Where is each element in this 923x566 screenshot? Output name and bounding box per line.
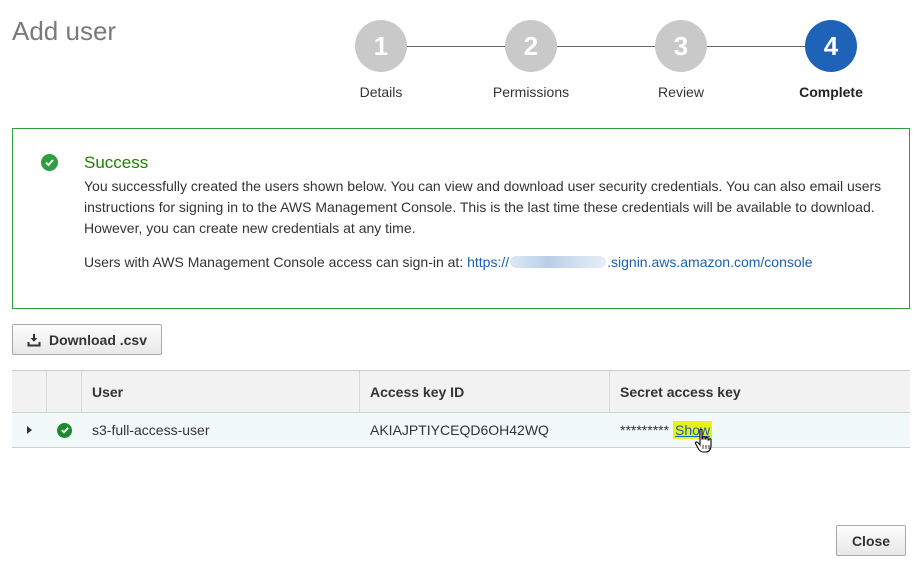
success-title: Success [84, 153, 149, 172]
header-secret-access-key: Secret access key [620, 383, 741, 400]
step-label: Review [658, 84, 704, 100]
signin-url-link[interactable]: https:// .signin.aws.amazon.com/console [467, 254, 812, 270]
signin-url-end: .signin.aws.amazon.com/console [607, 254, 813, 270]
secret-masked-value: ********* [620, 422, 670, 438]
check-circle-icon [57, 422, 72, 438]
row-expand-toggle[interactable] [12, 413, 47, 447]
check-circle-icon [41, 154, 58, 171]
row-access-key-id: AKIAJPTIYCEQD6OH42WQ [370, 422, 549, 438]
step-label: Complete [799, 84, 863, 100]
step-number: 3 [655, 20, 707, 72]
table-header: User Access key ID Secret access key [12, 371, 910, 413]
step-complete: 4 Complete [771, 20, 891, 100]
signin-prefix: Users with AWS Management Console access… [84, 254, 464, 270]
signin-url-start: https:// [467, 254, 510, 270]
signin-info: Users with AWS Management Console access… [84, 254, 813, 270]
add-user-page: Add user 1 Details 2 Permissions 3 Revie… [0, 0, 923, 566]
credentials-table: User Access key ID Secret access key s3-… [12, 370, 910, 448]
row-status [47, 413, 82, 447]
step-number: 1 [355, 20, 407, 72]
header-access-key-id: Access key ID [360, 371, 610, 412]
step-label: Details [359, 84, 403, 100]
wizard-stepper: 1 Details 2 Permissions 3 Review 4 Compl… [340, 20, 900, 110]
row-user-name: s3-full-access-user [92, 422, 210, 438]
table-row: s3-full-access-user AKIAJPTIYCEQD6OH42WQ… [12, 413, 910, 447]
header-expand-col [12, 371, 47, 412]
step-review: 3 Review [621, 20, 741, 100]
row-secret-access-key: ********* Show [610, 413, 910, 447]
close-button[interactable]: Close [836, 525, 906, 556]
success-panel: Success You successfully created the use… [12, 128, 910, 309]
success-message: You successfully created the users shown… [84, 178, 882, 236]
download-icon [27, 333, 41, 347]
download-csv-button[interactable]: Download .csv [12, 324, 162, 355]
step-label: Permissions [492, 84, 570, 100]
download-csv-label: Download .csv [48, 331, 148, 348]
step-permissions: 2 Permissions [471, 20, 591, 100]
caret-right-icon [27, 426, 32, 434]
header-status-col [47, 371, 82, 412]
header-user: User [82, 371, 360, 412]
step-number: 4 [805, 20, 857, 72]
redacted-account-id [510, 256, 607, 268]
step-details: 1 Details [321, 20, 441, 100]
page-title: Add user [12, 16, 117, 46]
hand-pointer-cursor-icon [694, 428, 712, 453]
step-number: 2 [505, 20, 557, 72]
